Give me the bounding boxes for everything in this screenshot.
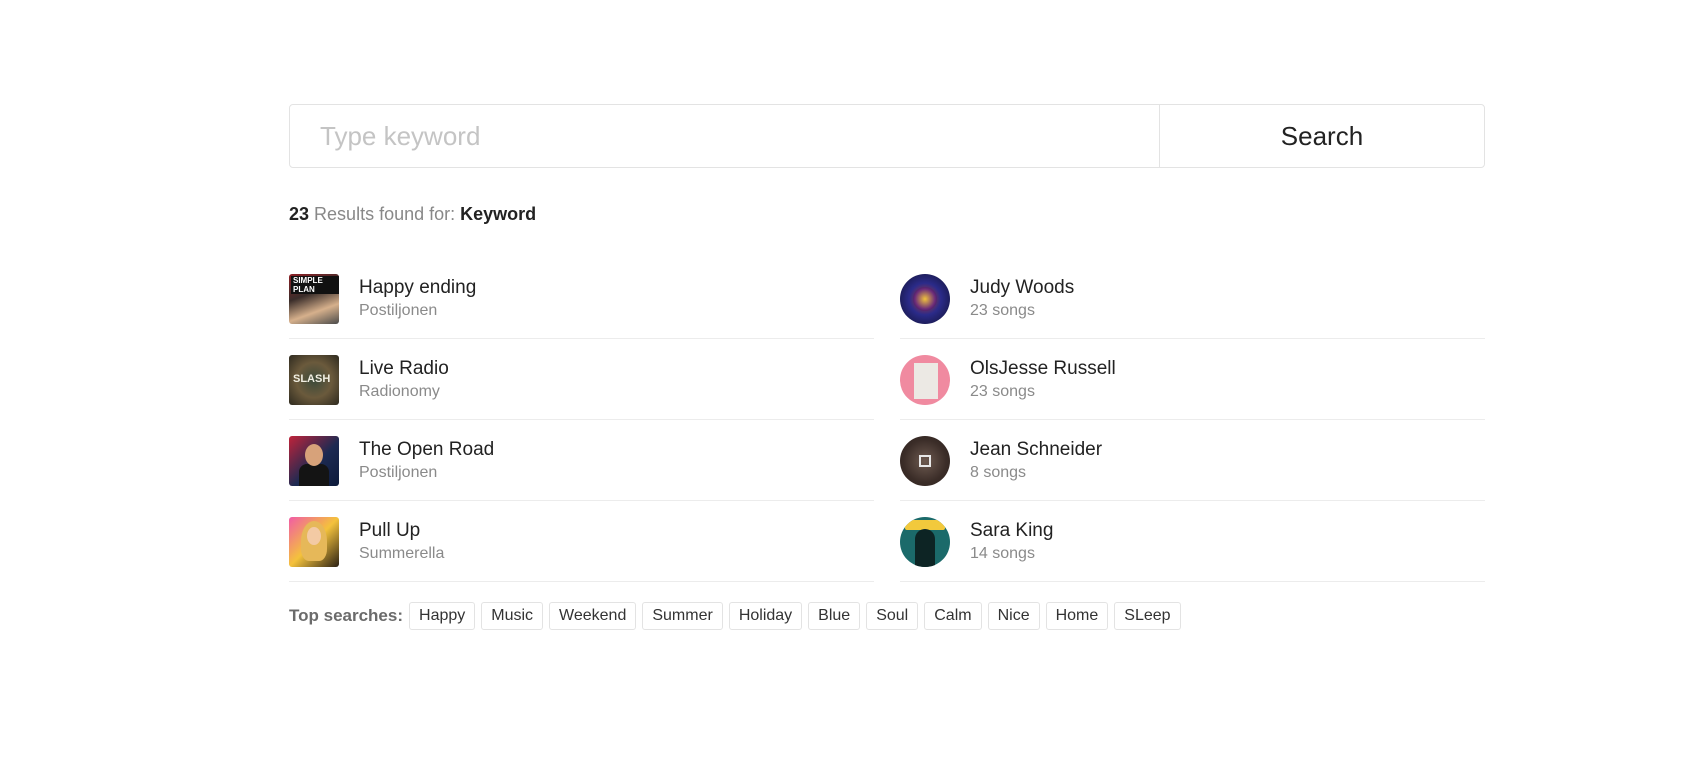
- artist-song-count: 23 songs: [970, 302, 1035, 319]
- album-art-icon: SLASH: [289, 355, 339, 405]
- album-art-icon: [289, 517, 339, 567]
- track-list: SIMPLE PLAN Happy ending Postiljonen SLA…: [289, 258, 874, 582]
- artist-item[interactable]: OlsJesse Russell 23 songs: [900, 339, 1485, 420]
- tag-happy[interactable]: Happy: [409, 602, 476, 630]
- artist-name: Sara King: [970, 520, 1054, 541]
- top-searches: Top searches: Happy Music Weekend Summer…: [289, 602, 1485, 630]
- search-input[interactable]: [290, 105, 1159, 167]
- artist-meta: Jean Schneider 8 songs: [970, 438, 1102, 484]
- tag-holiday[interactable]: Holiday: [728, 602, 803, 630]
- artist-list: Judy Woods 23 songs OlsJesse Russell 23 …: [900, 258, 1485, 582]
- tag-soul[interactable]: Soul: [866, 602, 919, 630]
- track-title: Happy ending: [359, 277, 477, 298]
- track-meta: Pull Up Summerella: [359, 519, 444, 565]
- tag-sleep[interactable]: SLeep: [1114, 602, 1181, 630]
- results-text: Results found for:: [314, 204, 456, 224]
- track-meta: Live Radio Radionomy: [359, 357, 449, 403]
- tag-nice[interactable]: Nice: [987, 602, 1040, 630]
- track-artist: Summerella: [359, 545, 445, 562]
- results-keyword: Keyword: [460, 204, 537, 224]
- artist-song-count: 8 songs: [970, 464, 1027, 481]
- album-art-text: SLASH: [293, 373, 331, 385]
- search-page: Search 23 Results found for: Keyword SIM…: [289, 104, 1485, 630]
- track-artist: Postiljonen: [359, 302, 438, 319]
- artist-meta: Sara King 14 songs: [970, 519, 1053, 565]
- track-item[interactable]: The Open Road Postiljonen: [289, 420, 874, 501]
- results-grid: SIMPLE PLAN Happy ending Postiljonen SLA…: [289, 258, 1485, 582]
- artist-song-count: 14 songs: [970, 545, 1035, 562]
- album-art-icon: SIMPLE PLAN: [289, 274, 339, 324]
- search-bar: Search: [289, 104, 1485, 168]
- artist-meta: OlsJesse Russell 23 songs: [970, 357, 1116, 403]
- artist-name: Judy Woods: [970, 277, 1075, 298]
- artist-meta: Judy Woods 23 songs: [970, 276, 1074, 322]
- track-title: Live Radio: [359, 358, 449, 379]
- tag-weekend[interactable]: Weekend: [549, 602, 637, 630]
- artist-name: OlsJesse Russell: [970, 358, 1116, 379]
- artist-item[interactable]: Sara King 14 songs: [900, 501, 1485, 582]
- track-meta: Happy ending Postiljonen: [359, 276, 476, 322]
- tag-blue[interactable]: Blue: [808, 602, 861, 630]
- track-artist: Radionomy: [359, 383, 440, 400]
- tag-home[interactable]: Home: [1045, 602, 1109, 630]
- results-summary: 23 Results found for: Keyword: [289, 202, 1485, 226]
- track-item[interactable]: SIMPLE PLAN Happy ending Postiljonen: [289, 258, 874, 339]
- tag-music[interactable]: Music: [481, 602, 544, 630]
- artist-item[interactable]: Judy Woods 23 songs: [900, 258, 1485, 339]
- top-searches-label: Top searches:: [289, 606, 404, 625]
- track-meta: The Open Road Postiljonen: [359, 438, 494, 484]
- track-artist: Postiljonen: [359, 464, 438, 481]
- artist-item[interactable]: Jean Schneider 8 songs: [900, 420, 1485, 501]
- search-button[interactable]: Search: [1159, 105, 1484, 167]
- artist-avatar-icon: [900, 274, 950, 324]
- track-item[interactable]: Pull Up Summerella: [289, 501, 874, 582]
- results-count: 23: [289, 204, 310, 224]
- track-item[interactable]: SLASH Live Radio Radionomy: [289, 339, 874, 420]
- album-art-icon: [289, 436, 339, 486]
- artist-song-count: 23 songs: [970, 383, 1035, 400]
- tag-calm[interactable]: Calm: [924, 602, 982, 630]
- tag-summer[interactable]: Summer: [642, 602, 723, 630]
- artist-name: Jean Schneider: [970, 439, 1103, 460]
- album-art-text: SIMPLE PLAN: [291, 276, 339, 294]
- track-title: Pull Up: [359, 520, 421, 541]
- artist-avatar-icon: [900, 355, 950, 405]
- artist-avatar-icon: [900, 436, 950, 486]
- track-title: The Open Road: [359, 439, 495, 460]
- artist-avatar-icon: [900, 517, 950, 567]
